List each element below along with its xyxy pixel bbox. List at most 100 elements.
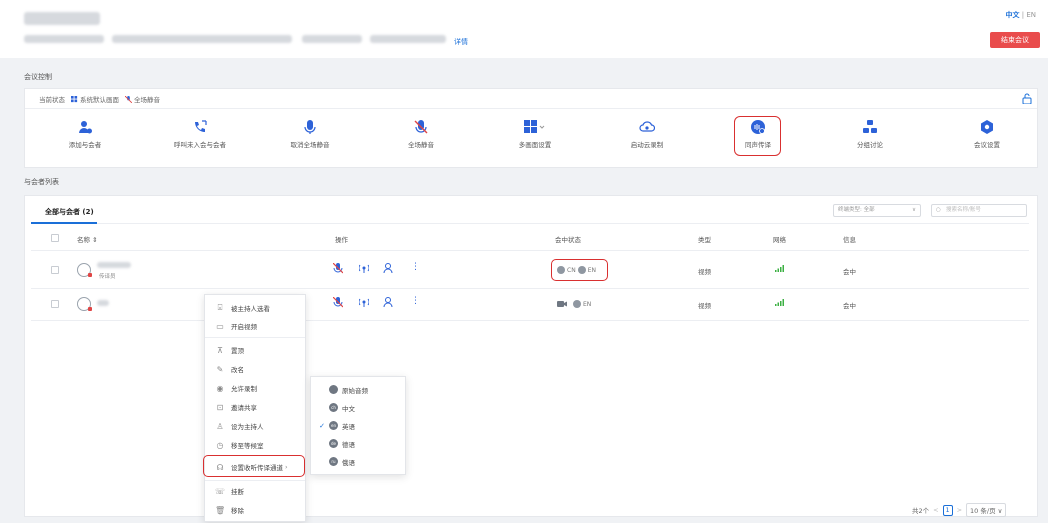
language-badge-icon: ch [329, 403, 338, 412]
menu-item-remove[interactable]: 🗑 移除 [215, 502, 244, 518]
menu-divider [205, 337, 305, 338]
language-status-highlight [551, 259, 608, 281]
detail-link[interactable]: 详情 [454, 37, 468, 47]
share-icon: ⊡ [216, 402, 224, 412]
cloud-record-button[interactable]: 启动云录制 [587, 119, 707, 149]
meeting-title-blurred [24, 12, 100, 25]
more-options-icon[interactable]: ⋮ [411, 262, 420, 272]
multi-screen-label: 多画面设置 [518, 141, 552, 149]
audio-icon [329, 385, 338, 394]
pin-top-icon: ⊼ [217, 345, 223, 355]
col-info: 信息 [843, 236, 856, 244]
video-icon: ▭ [216, 321, 224, 331]
pager-page-1[interactable]: 1 [942, 504, 953, 516]
channel-german[interactable]: de 德语 [311, 435, 405, 452]
interpreter-icon[interactable] [358, 263, 370, 277]
row-divider [31, 250, 1029, 251]
menu-item-allow-record[interactable]: ◉ 允许录制 [215, 380, 258, 396]
col-actions: 操作 [335, 236, 348, 244]
menu-item-waiting-room[interactable]: ◷ 移至等候室 [215, 437, 264, 453]
user-icon[interactable] [383, 263, 393, 277]
multi-screen-button[interactable]: 多画面设置 [475, 119, 595, 149]
menu-item-label: 开启视频 [231, 323, 257, 331]
check-icon: ✓ [319, 421, 325, 430]
menu-item-rename[interactable]: ✎ 改名 [215, 361, 244, 377]
end-meeting-button[interactable]: 结束会议 [990, 32, 1040, 48]
cloud-record-icon [639, 121, 655, 132]
more-options-icon[interactable]: ⋮ [411, 296, 420, 306]
layout-status-label: 系统默认画面 [80, 95, 119, 104]
call-absent-label: 呼叫未入会与会者 [174, 141, 226, 149]
channel-label: 原始音频 [342, 386, 368, 395]
mute-participant-icon[interactable] [332, 296, 344, 311]
microphone-muted-icon [414, 120, 428, 134]
menu-item-label: 邀请共享 [231, 404, 257, 412]
menu-item-set-host[interactable]: ♙ 设为主持人 [215, 418, 264, 434]
breakout-label: 分组讨论 [857, 141, 883, 149]
search-icon: ○ [936, 207, 941, 213]
lang-en[interactable]: EN [1026, 11, 1036, 19]
listening-languages: EN [557, 300, 591, 308]
participant-context-menu: ⌻ 被主持人选看 ▭ 开启视频 ⊼ 置顶 ✎ 改名 ◉ 允许录制 ⊡ 邀请共享 ♙ 设为主持人… [204, 294, 306, 522]
avatar [77, 263, 92, 277]
page-size-select[interactable]: 10 条/页 ∨ [966, 503, 1007, 517]
menu-divider [205, 480, 305, 481]
menu-item-hangup[interactable]: ☏ 挂断 [215, 483, 244, 499]
meeting-settings-button[interactable]: 会议设置 [927, 119, 1047, 149]
menu-item-label: 移至等候室 [231, 442, 264, 450]
select-all-checkbox[interactable] [51, 234, 59, 242]
menu-item-label: 设为主持人 [231, 423, 264, 431]
language-badge-icon: de [329, 439, 338, 448]
tab-all-participants[interactable]: 全部与会者 (2) [45, 207, 94, 217]
participant-info: 会中 [843, 268, 856, 276]
pager-next[interactable]: > [957, 506, 962, 514]
microphone-icon [304, 120, 316, 134]
mute-participant-icon[interactable] [332, 262, 344, 277]
row-checkbox[interactable] [51, 266, 59, 274]
unmute-all-label: 取消全场静音 [290, 141, 330, 149]
menu-item-pin-top[interactable]: ⊼ 置顶 [215, 342, 244, 358]
unmute-all-button[interactable]: 取消全场静音 [250, 119, 370, 149]
participant-type: 视频 [698, 268, 711, 276]
add-participant-button[interactable]: 添加与会者 [25, 119, 145, 149]
meeting-info-blurred-4 [370, 35, 446, 43]
channel-russian[interactable]: ru 俄语 [311, 453, 405, 470]
channel-original[interactable]: 原始音频 [311, 381, 405, 398]
status-row: 当前状态 系统默认画面 全场静音 [25, 89, 1037, 109]
pager-prev[interactable]: < [933, 506, 938, 514]
terminal-type-filter[interactable]: 终端类型: 全部 ∨ [833, 204, 921, 217]
row-checkbox[interactable] [51, 300, 59, 308]
channel-english[interactable]: ✓ en 英语 [311, 417, 405, 434]
search-input[interactable]: ○ 搜索名称/账号 [931, 204, 1027, 217]
user-icon[interactable] [383, 297, 393, 311]
waiting-room-icon: ◷ [216, 440, 224, 450]
menu-item-label: 允许录制 [231, 385, 257, 393]
interpreter-icon[interactable] [358, 297, 370, 311]
menu-item-start-video[interactable]: ▭ 开启视频 [215, 318, 257, 334]
record-icon: ◉ [216, 383, 224, 393]
participant-name-blurred [97, 262, 131, 268]
interpretation-highlight [734, 116, 781, 156]
language-icon [573, 300, 581, 308]
pagination: 共2个 < 1 > 10 条/页 ∨ [912, 503, 1007, 517]
language-badge-icon: ru [329, 457, 338, 466]
tab-active-indicator [31, 222, 97, 224]
menu-item-watch[interactable]: ⌻ 被主持人选看 [215, 300, 270, 316]
mute-status-icon [125, 95, 132, 103]
menu-item-invite-share[interactable]: ⊡ 邀请共享 [215, 399, 257, 415]
breakout-button[interactable]: 分组讨论 [810, 119, 930, 149]
lang-zh[interactable]: 中文 [1006, 11, 1020, 19]
pager-total: 共2个 [912, 507, 930, 515]
mute-all-button[interactable]: 全场静音 [361, 119, 481, 149]
participant-type: 视频 [698, 302, 711, 310]
phone-call-icon [195, 120, 207, 132]
participants-section-title: 与会者列表 [24, 178, 59, 186]
menu-item-label: 改名 [231, 366, 244, 374]
col-name[interactable]: 名称 ⇕ [77, 234, 98, 244]
channel-chinese[interactable]: ch 中文 [311, 399, 405, 416]
call-absent-button[interactable]: 呼叫未入会与会者 [140, 119, 260, 149]
lock-icon[interactable] [1021, 93, 1033, 105]
mute-status: 全场静音 [125, 94, 160, 104]
edit-icon: ✎ [216, 364, 224, 374]
participant-name-blurred [97, 300, 109, 306]
